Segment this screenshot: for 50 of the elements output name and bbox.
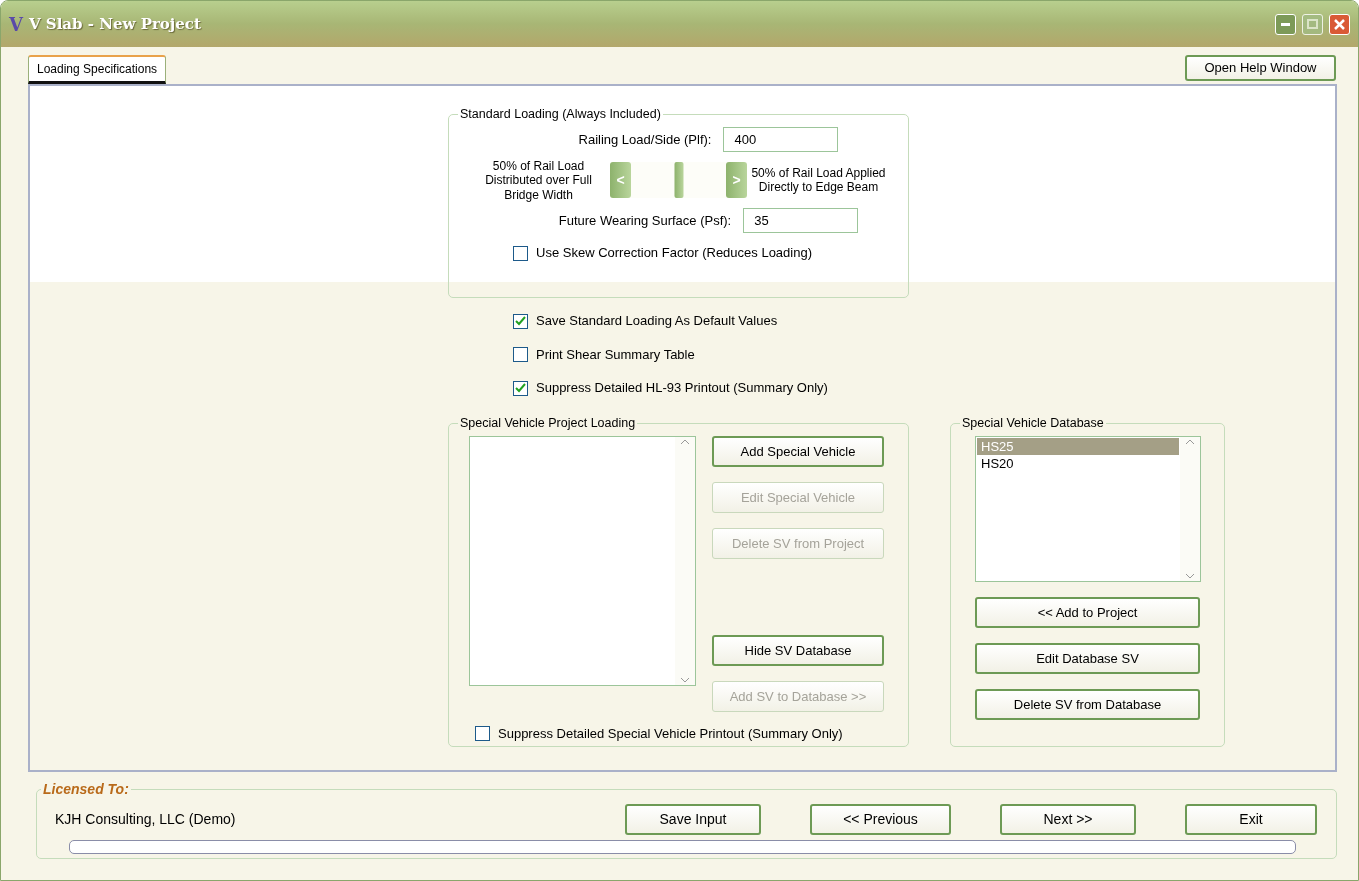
action-button[interactable]: Hide SV Database	[712, 634, 884, 666]
help-button[interactable]: Open Help Window	[1185, 55, 1336, 81]
input-field[interactable]: 35	[743, 208, 859, 234]
checkbox[interactable]	[513, 380, 528, 396]
license-title: Licensed To:	[42, 782, 130, 797]
checkbox-label: Save Standard Loading As Default Values	[536, 312, 778, 331]
slider-label: 50% of Rail Load Distributed over Full Bridge Width	[484, 158, 593, 202]
action-button[interactable]: Add Special Vehicle	[712, 435, 884, 467]
close-icon	[1334, 18, 1345, 30]
group-title: Special Vehicle Project Loading	[459, 416, 637, 430]
nav-button[interactable]: Save Input	[625, 803, 761, 835]
slider-thumb[interactable]	[674, 162, 683, 199]
scroll-up-icon[interactable]	[1185, 438, 1195, 445]
input-field[interactable]: 400	[723, 127, 839, 153]
maximize-icon	[1307, 19, 1318, 29]
action-button[interactable]: << Add to Project	[975, 596, 1200, 628]
nav-button[interactable]: Next >>	[1000, 803, 1136, 835]
action-button[interactable]: Delete SV from Database	[975, 688, 1200, 720]
minimize-icon	[1281, 22, 1290, 26]
field-label: Future Wearing Surface (Psf):	[558, 212, 732, 231]
slider-label: 50% of Rail Load Applied Directly to Edge Beam	[751, 165, 886, 195]
field-label: Railing Load/Side (Plf):	[578, 131, 712, 149]
tab[interactable]: Loading Specifications	[28, 55, 167, 85]
checkbox-label: Print Shear Summary Table	[536, 345, 695, 364]
scroll-up-icon[interactable]	[680, 438, 690, 445]
list-item[interactable]: HS20	[977, 454, 1179, 472]
scroll-down-icon[interactable]	[680, 676, 690, 683]
checkbox-label: Suppress Detailed HL-93 Printout (Summary Only)	[536, 379, 828, 398]
group-title: Standard Loading (Always Included)	[459, 108, 662, 121]
checkbox-label: Suppress Detailed Special Vehicle Printout (Summary Only)	[498, 724, 843, 743]
close-button[interactable]	[1329, 13, 1350, 35]
license-holder: KJH Consulting, LLC (Demo)	[55, 809, 237, 829]
checkbox-label: Use Skew Correction Factor (Reduces Loading)	[536, 244, 812, 263]
nav-button[interactable]: Exit	[1185, 803, 1317, 835]
minimize-button[interactable]	[1275, 13, 1296, 35]
checkbox[interactable]	[513, 245, 528, 261]
checkbox[interactable]	[513, 313, 528, 329]
scrollbar[interactable]	[1180, 436, 1200, 581]
window-title: V Slab - New Project	[28, 13, 201, 35]
nav-button[interactable]: << Previous	[810, 803, 951, 835]
scroll-down-icon[interactable]	[1185, 572, 1195, 579]
group-title: Special Vehicle Database	[961, 416, 1105, 430]
app-logo: V	[9, 12, 23, 37]
checkbox[interactable]	[513, 347, 528, 362]
action-button[interactable]: Edit Database SV	[975, 642, 1200, 674]
checkbox[interactable]	[475, 726, 490, 741]
scrollbar[interactable]	[675, 436, 695, 685]
list-box[interactable]: HS25 HS20	[975, 435, 1201, 582]
check-icon	[515, 316, 526, 326]
check-icon	[515, 383, 526, 393]
